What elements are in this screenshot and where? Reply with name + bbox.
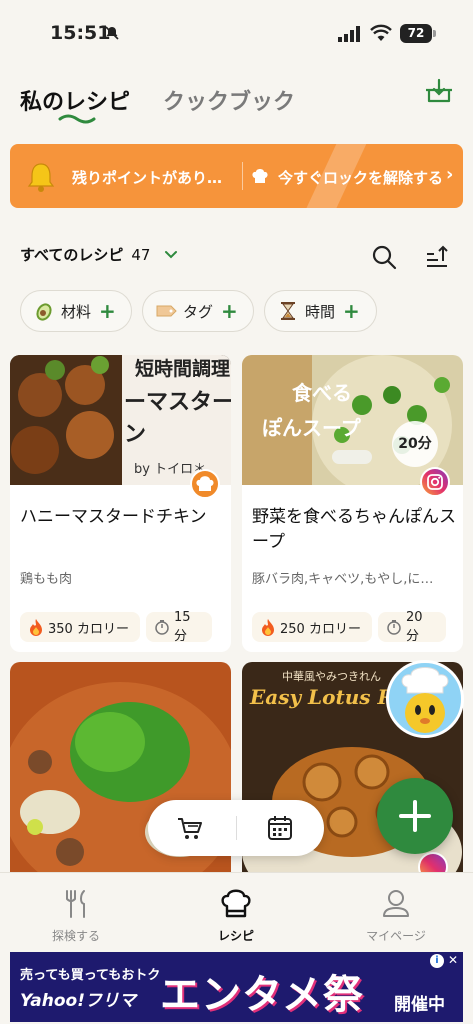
timer-icon: [386, 619, 402, 635]
add-recipe-button[interactable]: [377, 778, 453, 854]
chef-hat-icon: [252, 169, 268, 183]
avocado-icon: [33, 300, 55, 322]
filter-ingredients[interactable]: 材料 +: [20, 290, 132, 332]
mascot-chef-avatar[interactable]: [386, 660, 464, 738]
info-icon[interactable]: i: [430, 954, 444, 968]
svg-text:ーマスター: ーマスター: [124, 390, 231, 415]
nav-recipes[interactable]: レシピ: [186, 887, 286, 944]
ad-tag: 開催中: [394, 995, 445, 1015]
recipe-ingredients: 豚バラ肉,キャベツ,もやし,に…: [252, 572, 434, 587]
calendar-icon[interactable]: [266, 814, 294, 842]
floating-action-pill: [148, 800, 324, 856]
time-badge: 15 分: [146, 610, 212, 644]
ad-headline: エンタメ祭: [160, 972, 364, 1018]
status-bar: 15:51 72: [0, 0, 473, 62]
cook-time-badge: 20分: [392, 421, 438, 467]
fire-icon: [260, 618, 276, 636]
close-icon[interactable]: ✕: [448, 953, 458, 967]
ad-banner[interactable]: 売っても買ってもおトク Yahoo!フリマ エンタメ祭 開催中 i ✕: [10, 952, 463, 1022]
signal-icon: [338, 26, 362, 46]
mute-bell-icon: [104, 25, 120, 45]
tag-icon: [155, 300, 177, 322]
plus-icon: +: [99, 299, 116, 323]
hourglass-icon: [277, 300, 299, 322]
nav-explore[interactable]: 探検する: [26, 887, 126, 944]
person-icon: [383, 890, 409, 917]
chevron-right-icon: ›: [446, 164, 454, 185]
recipe-count: 47: [131, 246, 151, 264]
ad-brand: Yahoo!フリマ: [20, 991, 136, 1011]
sort-icon[interactable]: [424, 244, 450, 270]
calories-badge: 250 カロリー: [252, 612, 372, 642]
ad-tagline: 売っても買ってもおトク: [20, 968, 161, 983]
filter-tags[interactable]: タグ +: [142, 290, 254, 332]
calories-badge: 350 カロリー: [20, 612, 140, 642]
recipe-card[interactable]: 食べる ぽんスープ 20分 野菜を食べるちゃんぽんスープ 豚バラ肉,キャベツ,も…: [242, 355, 463, 652]
plus-icon: [399, 800, 431, 832]
recipe-image: 食べる ぽんスープ: [242, 355, 463, 485]
header: 私のレシピ クックブック: [0, 62, 473, 142]
fire-icon: [28, 618, 44, 636]
fork-knife-icon: [66, 890, 85, 918]
battery-icon: 72: [400, 24, 432, 43]
svg-text:短時間調理: 短時間調理: [135, 357, 230, 380]
recipe-title: ハニーマスタードチキン: [20, 507, 207, 527]
svg-text:食べる: 食べる: [292, 381, 352, 405]
bottom-nav: 探検する レシピ マイページ: [0, 872, 473, 952]
nav-mypage[interactable]: マイページ: [346, 887, 446, 944]
recipe-title: 野菜を食べるちゃんぽんスープ: [252, 507, 456, 552]
timer-icon: [154, 619, 170, 635]
recipe-ingredients: 鶏もも肉: [20, 572, 73, 587]
recipe-card[interactable]: 短時間調理 ーマスター ン by トイロ＊ ハニーマスタードチキン 鶏もも肉 3…: [10, 355, 231, 652]
search-icon[interactable]: [371, 244, 397, 270]
chef-hat-icon: [221, 889, 251, 918]
chef-hat-badge: [190, 469, 220, 499]
status-time: 15:51: [50, 22, 111, 44]
bell-icon: [27, 163, 55, 192]
svg-text:中華風やみつきれん: 中華風やみつきれん: [282, 670, 381, 683]
svg-text:ぽんスープ: ぽんスープ: [262, 416, 362, 440]
tab-active-indicator: [58, 114, 96, 124]
svg-text:ン: ン: [124, 422, 146, 447]
unlock-banner[interactable]: 残りポイントがあり… 今すぐロックを解除する ›: [10, 144, 463, 208]
tab-my-recipes[interactable]: 私のレシピ: [20, 84, 130, 116]
banner-unlock-text: 今すぐロックを解除する: [278, 169, 444, 187]
shopping-cart-icon[interactable]: [176, 814, 204, 842]
wifi-icon: [370, 24, 392, 46]
filter-time[interactable]: 時間 +: [264, 290, 377, 332]
time-badge: 20 分: [378, 610, 446, 644]
recipe-image: 短時間調理 ーマスター ン by トイロ＊: [10, 355, 231, 485]
recipe-filter-label: すべてのレシピ: [20, 246, 124, 264]
instagram-badge: [420, 467, 450, 497]
chevron-down-icon[interactable]: [164, 248, 178, 262]
tab-cookbook[interactable]: クックブック: [163, 84, 295, 116]
download-box-icon[interactable]: [424, 76, 454, 106]
plus-icon: +: [221, 299, 238, 323]
recipe-count-selector[interactable]: すべてのレシピ 47: [20, 244, 150, 265]
plus-icon: +: [343, 299, 360, 323]
banner-points-text: 残りポイントがあり…: [72, 169, 223, 187]
